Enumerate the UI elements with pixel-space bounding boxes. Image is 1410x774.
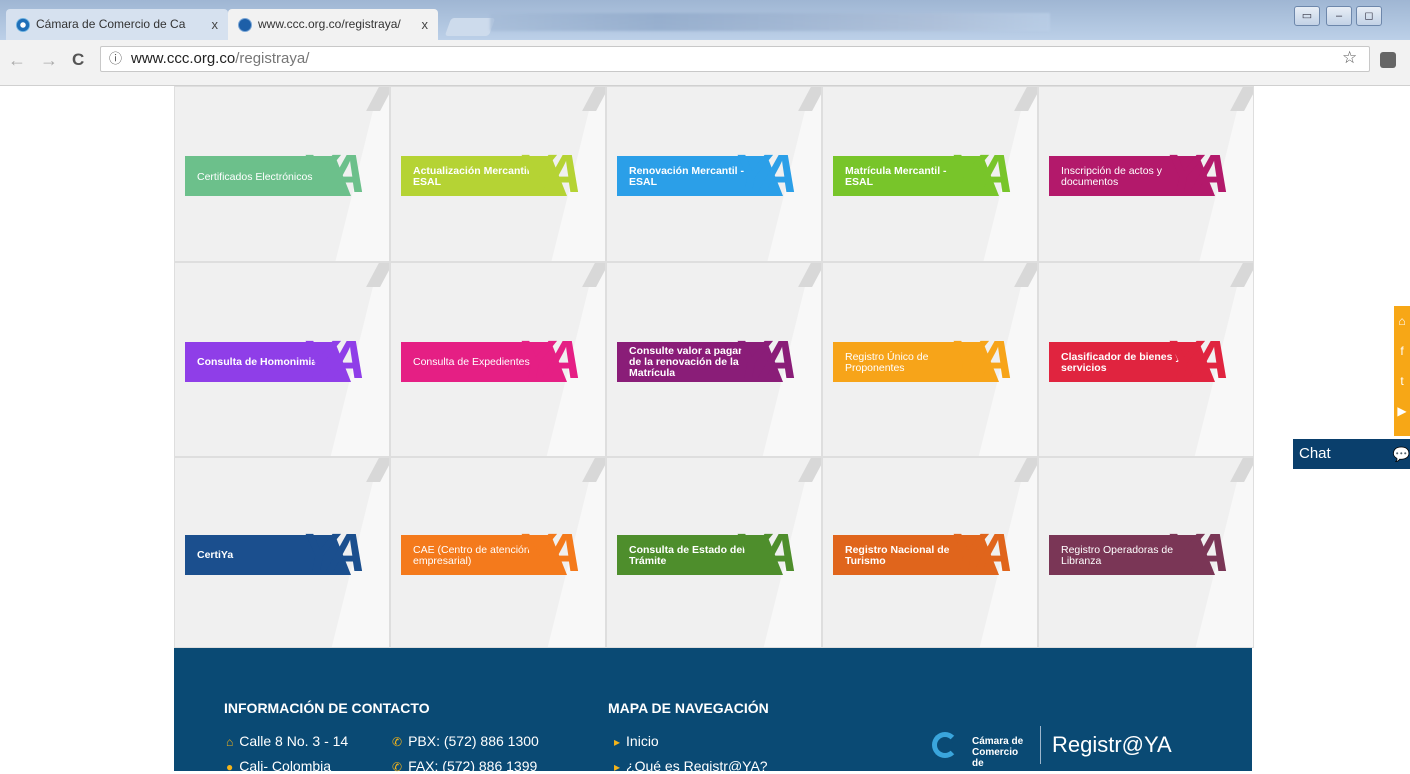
browser-toolbar: ← → C ⓘ www.ccc.org.co/registraya/ ☆ xyxy=(0,40,1410,86)
youtube-icon[interactable]: ▶ xyxy=(1394,396,1410,426)
url-host: www.ccc.org.co xyxy=(131,50,236,67)
ya-logo-text: YA xyxy=(949,522,1014,583)
service-tile[interactable]: Renovación Mercantil - ESAL YA xyxy=(606,86,822,262)
service-tile[interactable]: Consulta de Expedientes YA xyxy=(390,262,606,457)
dell-favicon-icon xyxy=(238,18,252,32)
site-footer: INFORMACIÓN DE CONTACTO ⌂ Calle 8 No. 3 -… xyxy=(174,648,1252,774)
ya-logo-text: YA xyxy=(1165,329,1230,390)
phone-icon: ✆ xyxy=(392,735,403,749)
ya-logo-text: YA xyxy=(517,329,582,390)
service-tile[interactable]: Consulta de Estado del Trámite YA xyxy=(606,457,822,648)
service-tile[interactable]: CAE (Centro de atención empresarial) YA xyxy=(390,457,606,648)
tab-close-icon[interactable]: x xyxy=(212,9,219,40)
social-sidebar: ⌂ f t ▶ xyxy=(1394,306,1410,436)
tile-badge: Registro Nacional de Turismo YA xyxy=(833,522,1029,583)
address-line: ⌂ Calle 8 No. 3 - 14 xyxy=(226,733,349,749)
ya-logo-text: YA xyxy=(1165,144,1230,204)
ya-logo-text: YA xyxy=(301,144,366,204)
minimize-icon[interactable]: – xyxy=(1326,6,1352,26)
service-tile[interactable]: Inscripción de actos y documentos YA xyxy=(1038,86,1254,262)
location-pin-icon: ● xyxy=(226,760,234,774)
tile-badge: Renovación Mercantil - ESAL YA xyxy=(617,144,813,204)
reload-icon[interactable]: C xyxy=(72,50,84,70)
fax-icon: ✆ xyxy=(392,760,403,774)
ya-logo-text: YA xyxy=(733,522,798,583)
tile-badge: CertiYa YA xyxy=(185,522,381,583)
chat-button[interactable]: Chat 💬 xyxy=(1293,439,1410,469)
twitter-icon[interactable]: t xyxy=(1394,366,1410,396)
extension-icon[interactable] xyxy=(1380,52,1396,68)
tile-badge: Actualización Mercantil - ESAL YA xyxy=(401,144,597,204)
browser-titlebar: Cámara de Comercio de Ca x www.ccc.org.c… xyxy=(0,0,1410,40)
site-info-icon[interactable]: ⓘ xyxy=(109,47,122,71)
service-tile[interactable]: Consulta de Homonimia YA xyxy=(174,262,390,457)
camara-de-comercio-text: Cámara de Comercio de xyxy=(972,736,1024,769)
bookmark-star-icon[interactable]: ☆ xyxy=(1342,48,1357,68)
tile-badge: Certificados Electrónicos YA xyxy=(185,144,381,204)
tile-badge: Consulte valor a pagar de la renovación … xyxy=(617,329,813,390)
city-line: ● Cali- Colombia xyxy=(226,758,332,774)
ccc-logo-icon xyxy=(932,732,958,758)
user-profile-icon[interactable]: ▭ xyxy=(1294,6,1320,26)
tile-badge: Clasificador de bienes y servicios YA xyxy=(1049,329,1245,390)
tile-badge: Registro Operadoras de Libranza YA xyxy=(1049,522,1245,583)
url-path: /registraya/ xyxy=(235,50,310,67)
service-tile[interactable]: Consulte valor a pagar de la renovación … xyxy=(606,262,822,457)
home-icon[interactable]: ⌂ xyxy=(1394,306,1410,336)
service-tile[interactable]: Registro Nacional de Turismo YA xyxy=(822,457,1038,648)
tile-badge: Consulta de Expedientes YA xyxy=(401,329,597,390)
ya-logo-text: YA xyxy=(301,329,366,390)
house-icon: ⌂ xyxy=(226,735,234,749)
ya-logo-text: YA xyxy=(949,329,1014,390)
tab-close-icon[interactable]: x xyxy=(422,9,429,40)
blurred-tab xyxy=(490,13,1050,31)
address-bar[interactable]: ⓘ www.ccc.org.co/registraya/ xyxy=(100,46,1370,72)
new-tab-button[interactable] xyxy=(444,18,496,36)
tab-registraya[interactable]: www.ccc.org.co/registraya/ x xyxy=(228,9,438,40)
nav-link-inicio[interactable]: ▸ Inicio xyxy=(614,733,659,749)
ya-logo-text: YA xyxy=(517,144,582,204)
tile-badge: Inscripción de actos y documentos YA xyxy=(1049,144,1245,204)
tab-label: www.ccc.org.co/registraya/ xyxy=(258,17,401,31)
chat-bubble-icon: 💬 xyxy=(1392,446,1410,462)
arrow-right-icon: ▸ xyxy=(614,735,621,749)
facebook-icon[interactable]: f xyxy=(1394,336,1410,366)
service-tile[interactable]: Actualización Mercantil - ESAL YA xyxy=(390,86,606,262)
tile-badge: Matrícula Mercantil - ESAL YA xyxy=(833,144,1029,204)
ya-logo-text: YA xyxy=(301,522,366,583)
ya-logo-text: YA xyxy=(517,522,582,583)
service-tile[interactable]: CertiYa YA xyxy=(174,457,390,648)
service-tile[interactable]: Clasificador de bienes y servicios YA xyxy=(1038,262,1254,457)
tile-badge: Consulta de Homonimia YA xyxy=(185,329,381,390)
arrow-right-icon: ▸ xyxy=(614,760,621,774)
chat-label: Chat xyxy=(1299,445,1331,462)
ya-logo-text: YA xyxy=(733,144,798,204)
tab-camara-de-comercio[interactable]: Cámara de Comercio de Ca x xyxy=(6,9,228,40)
back-icon[interactable]: ← xyxy=(8,50,26,71)
nav-link-que-es[interactable]: ▸ ¿Qué es Registr@YA? xyxy=(614,758,768,774)
tile-badge: CAE (Centro de atención empresarial) YA xyxy=(401,522,597,583)
pbx-line: ✆ PBX: (572) 886 1300 xyxy=(392,733,539,749)
tile-badge: Consulta de Estado del Trámite YA xyxy=(617,522,813,583)
nav-map-heading: MAPA DE NAVEGACIÓN xyxy=(608,700,769,716)
maximize-icon[interactable]: ◻ xyxy=(1356,6,1382,26)
service-tile[interactable]: Certificados Electrónicos YA xyxy=(174,86,390,262)
brand-divider xyxy=(1040,726,1041,764)
ya-logo-text: YA xyxy=(949,144,1014,204)
service-tile[interactable]: Registro Operadoras de Libranza YA xyxy=(1038,457,1254,648)
contact-heading: INFORMACIÓN DE CONTACTO xyxy=(224,700,430,716)
ya-logo-text: YA xyxy=(733,329,798,390)
service-tile[interactable]: Registro Único de Proponentes YA xyxy=(822,262,1038,457)
registraya-logo-text: Registr@YA xyxy=(1052,732,1172,757)
ya-logo-text: YA xyxy=(1165,522,1230,583)
service-tile-grid: Certificados Electrónicos YA Actualización… xyxy=(174,86,1254,648)
fax-line: ✆ FAX: (572) 886 1399 xyxy=(392,758,538,774)
service-tile[interactable]: Matrícula Mercantil - ESAL YA xyxy=(822,86,1038,262)
tile-badge: Registro Único de Proponentes YA xyxy=(833,329,1029,390)
forward-icon[interactable]: → xyxy=(40,50,58,71)
tab-label: Cámara de Comercio de Ca xyxy=(36,17,186,31)
ccc-favicon-icon xyxy=(16,18,30,32)
